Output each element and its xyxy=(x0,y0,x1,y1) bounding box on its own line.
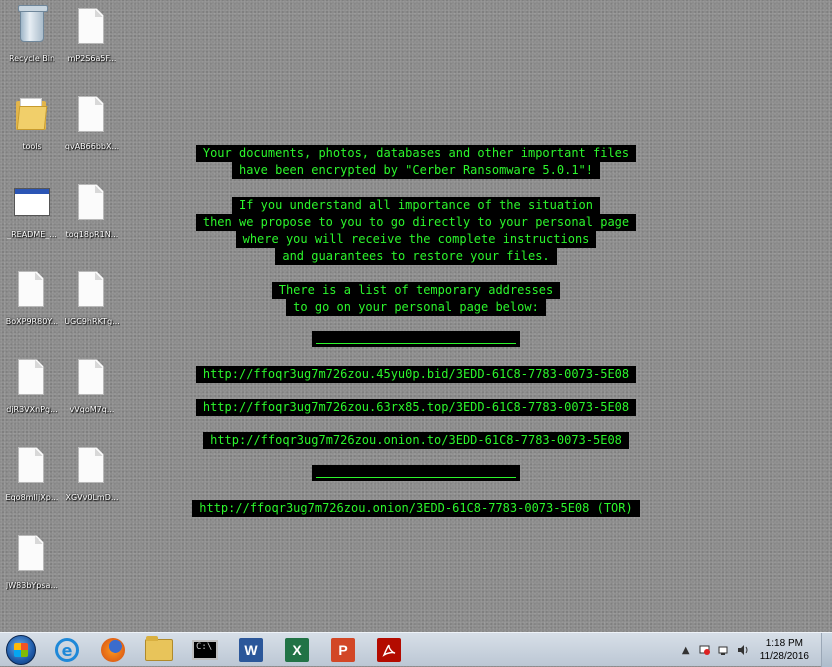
note-separator xyxy=(312,331,520,347)
command-prompt-icon: C:\ xyxy=(192,640,218,660)
taskbar-powerpoint[interactable]: P xyxy=(326,635,360,665)
desktop-icon-label: tools xyxy=(22,142,42,151)
desktop-file[interactable]: BoXP9R80Y... xyxy=(0,267,64,347)
show-desktop-button[interactable] xyxy=(821,633,832,667)
note-line: then we propose to you to go directly to… xyxy=(195,214,637,231)
desktop-folder-tools[interactable]: tools xyxy=(0,92,64,172)
document-icon xyxy=(72,6,112,50)
recycle-bin[interactable]: Recycle Bin xyxy=(0,4,64,84)
desktop-icon-label: XGVv0LmD... xyxy=(65,493,119,502)
note-line: There is a list of temporary addresses xyxy=(271,282,561,299)
desktop-icon-label: vVqoM7q... xyxy=(69,405,115,414)
powerpoint-icon: P xyxy=(331,638,355,662)
note-line: have been encrypted by "Cerber Ransomwar… xyxy=(231,162,600,179)
note-line: If you understand all importance of the … xyxy=(231,197,600,214)
start-button[interactable] xyxy=(4,635,38,665)
internet-explorer-icon: e xyxy=(55,638,79,662)
desktop-icon-label: UGC9hRKTg... xyxy=(64,317,120,326)
document-icon xyxy=(12,357,52,401)
folder-icon xyxy=(12,94,52,138)
desktop-icon-label: mP2S6a5F... xyxy=(67,54,117,63)
note-separator xyxy=(312,465,520,481)
document-icon xyxy=(12,533,52,577)
desktop-readme[interactable]: _README_... xyxy=(0,180,64,260)
desktop-file[interactable]: JW83bYpsa... xyxy=(0,531,64,611)
desktop-file[interactable]: vVqoM7q... xyxy=(60,355,124,435)
action-center-icon[interactable] xyxy=(698,643,712,657)
document-icon xyxy=(72,182,112,226)
desktop-icon-label: djR3VXnPg... xyxy=(6,405,58,414)
word-icon: W xyxy=(239,638,263,662)
desktop-icon-label: BoXP9R80Y... xyxy=(5,317,59,326)
windows-orb-icon xyxy=(6,635,36,665)
show-hidden-icons-icon[interactable]: ▲ xyxy=(679,643,693,657)
taskbar-acrobat[interactable] xyxy=(372,635,406,665)
document-icon xyxy=(72,269,112,313)
note-url-1: http://ffoqr3ug7m726zou.45yu0p.bid/3EDD-… xyxy=(195,366,637,383)
desktop-file[interactable]: Eqo8mlIjXp... xyxy=(0,443,64,523)
recycle-bin-icon xyxy=(12,5,52,50)
note-url-3: http://ffoqr3ug7m726zou.onion.to/3EDD-61… xyxy=(203,432,629,449)
window-app-icon xyxy=(12,182,52,226)
desktop-file[interactable]: XGVv0LmD... xyxy=(60,443,124,523)
desktop-file[interactable]: mP2S6a5F... xyxy=(60,4,124,84)
taskbar-ie[interactable]: e xyxy=(50,635,84,665)
document-icon xyxy=(12,445,52,489)
document-icon xyxy=(72,445,112,489)
taskbar-cmd[interactable]: C:\ xyxy=(188,635,222,665)
volume-icon[interactable] xyxy=(736,643,750,657)
taskbar-word[interactable]: W xyxy=(234,635,268,665)
taskbar-firefox[interactable] xyxy=(96,635,130,665)
taskbar-excel[interactable]: X xyxy=(280,635,314,665)
desktop-file[interactable]: toq18pR1N... xyxy=(60,180,124,260)
note-line: to go on your personal page below: xyxy=(286,299,546,316)
excel-icon: X xyxy=(285,638,309,662)
taskbar-explorer[interactable] xyxy=(142,635,176,665)
network-icon[interactable] xyxy=(717,643,731,657)
desktop-icon-label: Eqo8mlIjXp... xyxy=(5,493,59,502)
desktop: Recycle Bin mP2S6a5F... tools qvAB66bbX.… xyxy=(0,0,832,632)
clock-time: 1:18 PM xyxy=(765,638,803,649)
document-icon xyxy=(72,357,112,401)
system-tray: ▲ 1:18 PM 11/28/2016 xyxy=(674,633,832,667)
taskbar: e C:\ W X P ▲ 1:18 PM 11/28/2016 xyxy=(0,632,832,667)
clock-date: 11/28/2016 xyxy=(759,651,809,662)
document-icon xyxy=(72,94,112,138)
ransom-note-wallpaper: Your documents, photos, databases and ot… xyxy=(140,145,692,517)
desktop-icon-label: Recycle Bin xyxy=(8,54,56,63)
note-url-tor: http://ffoqr3ug7m726zou.onion/3EDD-61C8-… xyxy=(192,500,640,517)
firefox-icon xyxy=(101,638,125,662)
desktop-file[interactable]: qvAB66bbX... xyxy=(60,92,124,172)
note-line: Your documents, photos, databases and ot… xyxy=(195,145,637,162)
clock[interactable]: 1:18 PM 11/28/2016 xyxy=(760,637,809,663)
document-icon xyxy=(12,269,52,313)
note-line: where you will receive the complete inst… xyxy=(235,231,597,248)
desktop-icon-label: _README_... xyxy=(7,230,57,239)
desktop-file[interactable]: UGC9hRKTg... xyxy=(60,267,124,347)
note-url-2: http://ffoqr3ug7m726zou.63rx85.top/3EDD-… xyxy=(195,399,637,416)
acrobat-icon xyxy=(377,638,401,662)
desktop-icon-label: qvAB66bbX... xyxy=(64,142,120,151)
file-explorer-icon xyxy=(145,636,173,661)
desktop-icon-label: JW83bYpsa... xyxy=(5,581,59,590)
note-line: and guarantees to restore your files. xyxy=(275,248,557,265)
desktop-icon-label: toq18pR1N... xyxy=(65,230,119,239)
desktop-file[interactable]: djR3VXnPg... xyxy=(0,355,64,435)
